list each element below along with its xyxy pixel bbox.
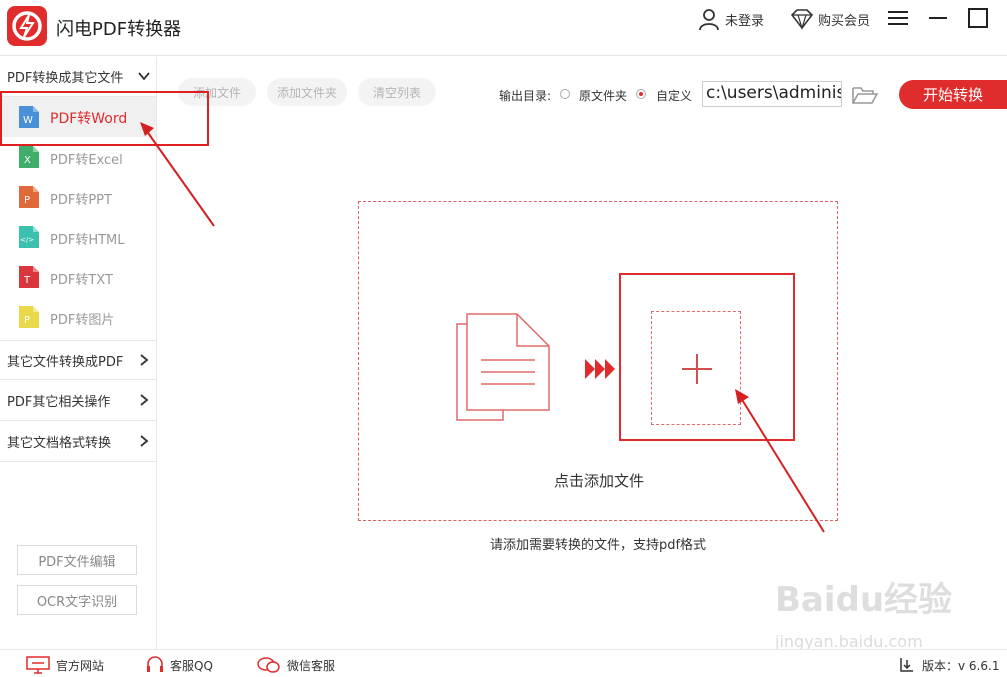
- txt-file-icon: T: [19, 266, 39, 288]
- image-file-icon: P: [19, 306, 39, 328]
- svg-text:</>: </>: [20, 236, 34, 244]
- version-label: 版本：v 6.6.1: [922, 658, 1000, 673]
- user-icon: [699, 9, 719, 31]
- sidebar-item-pdf-to-word[interactable]: W PDF转Word: [0, 97, 156, 137]
- watermark-logo: Baidu经验: [775, 580, 953, 620]
- sidebar: PDF转换成其它文件 W PDF转Word X PDF转Excel P PDF转…: [0, 57, 157, 649]
- minimize-icon: [929, 17, 947, 19]
- document-stack-icon: [456, 313, 550, 421]
- maximize-icon: [968, 8, 988, 28]
- output-dir-label: 输出目录:: [499, 89, 552, 103]
- maximize-button[interactable]: [966, 4, 996, 32]
- radio-custom[interactable]: [636, 89, 646, 99]
- chevron-down-icon: [138, 72, 150, 81]
- sidebar-item-label: PDF转TXT: [50, 273, 113, 288]
- status-bar: 官方网站 客服QQ 微信客服 版本：v 6.6.1: [0, 649, 1007, 677]
- sidebar-group-label: PDF转换成其它文件: [7, 71, 124, 86]
- minimize-button[interactable]: [926, 4, 956, 32]
- official-website-link[interactable]: 官方网站: [26, 656, 104, 674]
- sidebar-group-label: PDF其它相关操作: [7, 395, 111, 410]
- sidebar-item-pdf-to-image[interactable]: P PDF转图片: [0, 297, 156, 337]
- sidebar-group-label: 其它文件转换成PDF: [7, 354, 124, 370]
- add-folder-button[interactable]: 添加文件夹: [267, 78, 347, 106]
- sidebar-group-label: 其它文档格式转换: [7, 436, 112, 451]
- ppt-file-icon: P: [19, 186, 39, 208]
- version-info[interactable]: 版本：v 6.6.1: [898, 656, 999, 674]
- sidebar-item-label: PDF转HTML: [50, 233, 125, 248]
- wechat-support-link[interactable]: 微信客服: [257, 656, 335, 674]
- sidebar-item-label: PDF转图片: [50, 313, 115, 328]
- triple-arrow-icon: [585, 359, 615, 379]
- sidebar-item-pdf-to-txt[interactable]: T PDF转TXT: [0, 257, 156, 297]
- add-file-placeholder: [651, 311, 741, 425]
- chevron-right-icon: [140, 394, 149, 406]
- plus-icon: [682, 354, 712, 384]
- website-label: 官方网站: [56, 658, 105, 673]
- folder-open-icon[interactable]: [851, 84, 879, 106]
- radio-original-folder[interactable]: [560, 89, 570, 99]
- file-drop-zone[interactable]: 点击添加文件: [358, 201, 838, 521]
- word-file-icon: W: [19, 106, 39, 128]
- login-button[interactable]: 未登录: [697, 8, 765, 31]
- output-path-input[interactable]: c:\users\administ: [702, 81, 842, 107]
- pdf-edit-button[interactable]: PDF文件编辑: [17, 545, 137, 575]
- sidebar-item-label: PDF转PPT: [50, 193, 112, 208]
- start-convert-button[interactable]: 开始转换: [899, 80, 1007, 109]
- clear-list-button[interactable]: 清空列表: [358, 78, 436, 106]
- hamburger-menu-icon: [888, 11, 908, 25]
- option-original-label: 原文件夹: [579, 89, 628, 103]
- headset-icon: [147, 656, 163, 672]
- svg-text:T: T: [23, 275, 31, 286]
- drop-zone-label: 点击添加文件: [553, 472, 644, 490]
- chevron-right-icon: [140, 354, 149, 366]
- app-window: 闪电PDF转换器 未登录 购买会员 PDF转换成其它文件 W PDF转Word …: [0, 0, 1007, 677]
- sidebar-item-pdf-to-excel[interactable]: X PDF转Excel: [0, 137, 156, 177]
- svg-text:X: X: [24, 155, 31, 166]
- add-file-target[interactable]: [619, 273, 795, 441]
- sidebar-item-pdf-to-html[interactable]: </> PDF转HTML: [0, 217, 156, 257]
- add-file-button[interactable]: 添加文件: [178, 78, 256, 106]
- wechat-label: 微信客服: [287, 658, 336, 673]
- svg-text:P: P: [24, 315, 30, 326]
- menu-button[interactable]: [886, 4, 916, 32]
- app-title: 闪电PDF转换器: [56, 19, 182, 40]
- update-icon: [900, 658, 913, 672]
- svg-text:W: W: [23, 115, 33, 126]
- excel-file-icon: X: [19, 146, 39, 168]
- html-file-icon: </>: [19, 226, 39, 248]
- wechat-icon: [257, 657, 280, 673]
- login-label: 未登录: [725, 13, 765, 29]
- qq-support-link[interactable]: 客服QQ: [146, 656, 213, 674]
- option-custom-label: 自定义: [656, 89, 693, 103]
- sidebar-item-label: PDF转Excel: [50, 153, 123, 168]
- sidebar-group-other-to-pdf[interactable]: 其它文件转换成PDF: [0, 340, 157, 380]
- app-logo-icon: [7, 6, 47, 46]
- vip-label: 购买会员: [818, 13, 871, 29]
- sidebar-group-pdf-other-ops[interactable]: PDF其它相关操作: [0, 381, 157, 421]
- sidebar-item-label: PDF转Word: [50, 111, 128, 127]
- title-bar: 闪电PDF转换器 未登录 购买会员: [0, 0, 1007, 56]
- diamond-icon: [790, 9, 814, 30]
- ocr-button[interactable]: OCR文字识别: [17, 585, 137, 615]
- supported-format-hint: 请添加需要转换的文件，支持pdf格式: [489, 538, 707, 553]
- qq-label: 客服QQ: [170, 658, 213, 673]
- chevron-right-icon: [140, 435, 149, 447]
- sidebar-group-other-doc-formats[interactable]: 其它文档格式转换: [0, 422, 157, 462]
- sidebar-item-pdf-to-ppt[interactable]: P PDF转PPT: [0, 177, 156, 217]
- sidebar-group-pdf-to-other[interactable]: PDF转换成其它文件: [0, 57, 157, 97]
- buy-vip-button[interactable]: 购买会员: [790, 8, 870, 30]
- monitor-icon: [26, 656, 50, 674]
- svg-text:P: P: [24, 195, 30, 206]
